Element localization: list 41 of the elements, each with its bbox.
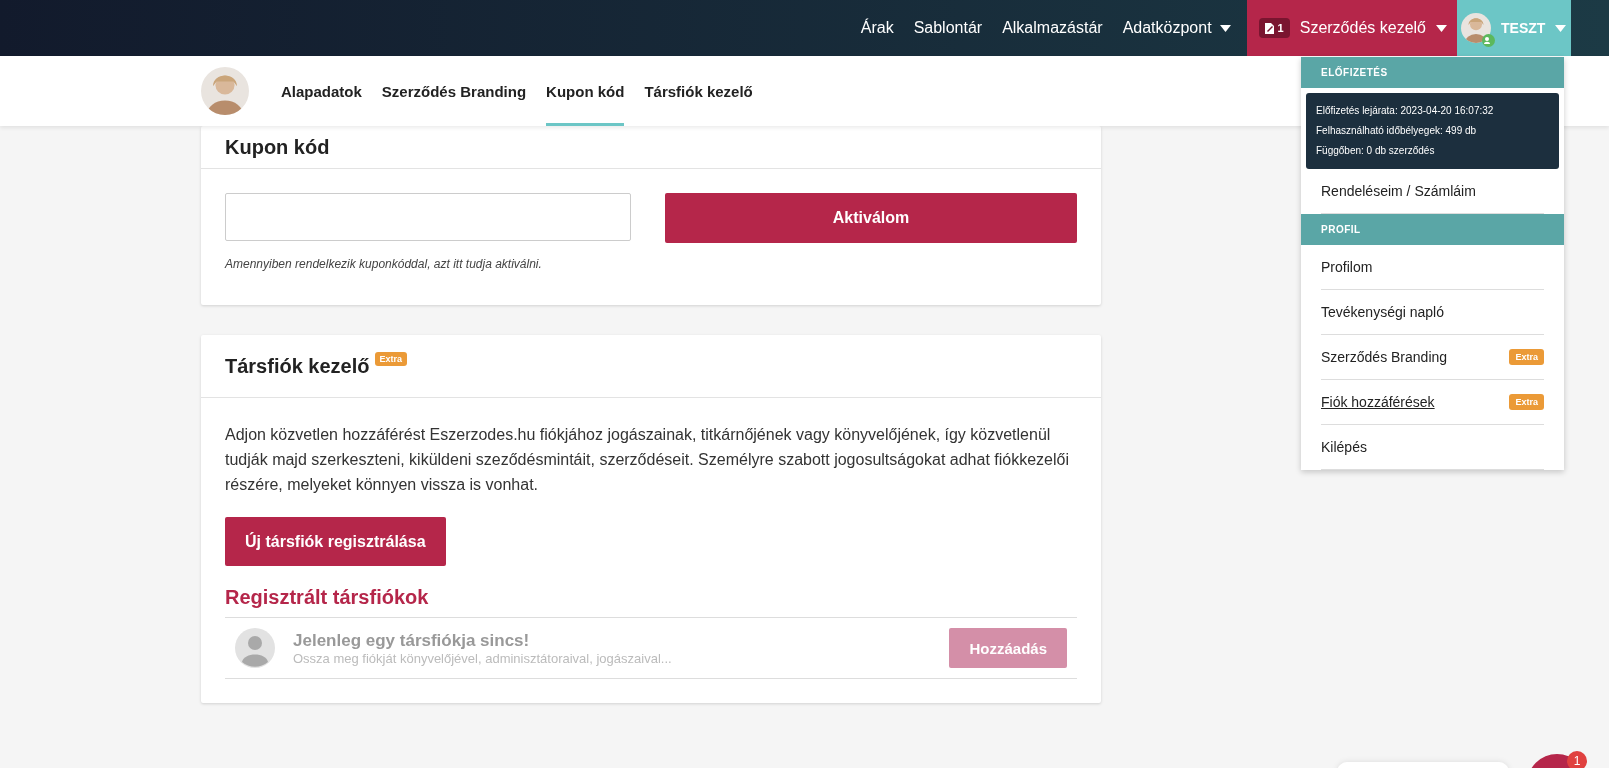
nav-link[interactable]: Árak (850, 0, 904, 56)
coupon-input-field[interactable] (225, 193, 631, 241)
empty-title: Jelenleg egy társfiókja sincs! (293, 630, 531, 651)
menu-section-heading: ELŐFIZETÉS (1301, 57, 1564, 88)
caret-icon (1219, 24, 1231, 32)
card-title: Kupon kód (225, 135, 330, 159)
user-silhouette-icon (235, 628, 275, 668)
document-edit-icon (1264, 22, 1275, 34)
menu-item[interactable]: Fiók hozzáférések Extra (1321, 380, 1544, 425)
contracts-badge: 1 (1258, 18, 1290, 38)
coupon-hint: Amennyiben rendelkezik kuponkóddal, azt itt tudja aktiválni. (225, 257, 543, 271)
profile-tab[interactable]: Társfiók kezelő (644, 56, 753, 126)
caret-icon (1555, 24, 1567, 32)
info-line: Előfizetés lejárata: 2023-04-20 16:07:32 (1316, 104, 1495, 118)
extra-badge: Extra (374, 352, 408, 366)
menu-item[interactable]: Kilépés (1321, 425, 1544, 470)
nav-link[interactable]: Alkalmazástár (992, 0, 1113, 56)
activate-button[interactable]: Aktiválom (665, 193, 1077, 243)
empty-subtitle: Ossza meg fiókját könyvelőjével, adminisztátoraival, jogászaival... (293, 650, 673, 666)
menu-item[interactable]: Tevékenységi napló (1321, 290, 1544, 335)
menu-item[interactable]: Profilom (1321, 245, 1544, 290)
verified-user-icon (1482, 34, 1495, 47)
card-title: Társfiók kezelő (225, 354, 370, 378)
profile-tab[interactable]: Alapadatok (281, 56, 362, 126)
section-title: Regisztrált társfiókok (225, 586, 1077, 618)
caret-icon (1436, 24, 1447, 32)
extra-badge: Extra (1509, 349, 1544, 365)
nav-link[interactable]: Sablontár (903, 0, 993, 56)
extra-badge: Extra (1509, 394, 1544, 410)
menu-item[interactable]: Szerződés Branding Extra (1321, 335, 1544, 380)
info-line: Függőben: 0 db szerződés (1316, 144, 1436, 158)
description-text: Adjon közvetlen hozzáférést Eszerzodes.hu fiókjához jogászainak, titkárnőjének vagy könyvelőjének, így közvetlenül tudják majd szerkeszteni, kiküldeni szeződésmintáit, szerződéseit. Személyre szabott jogosultságokat adhat fiókkezelői részére, melyeket könnyen vissza is vonhat. (225, 425, 1070, 495)
register-button[interactable]: Új társfiók regisztrálása (225, 517, 446, 566)
user-avatar (1461, 13, 1491, 43)
menu-section-heading: PROFIL (1301, 214, 1564, 245)
user-avatar (201, 67, 249, 115)
contracts-menu[interactable]: 1 Szerződés kezelő (1246, 0, 1457, 56)
info-line: Felhasználható időbélyegek: 499 db (1316, 124, 1478, 138)
profile-tab[interactable]: Szerződés Branding (381, 56, 527, 126)
nav-link[interactable]: Adatközpont (1112, 0, 1241, 56)
notification-badge: 1 (1567, 751, 1587, 768)
